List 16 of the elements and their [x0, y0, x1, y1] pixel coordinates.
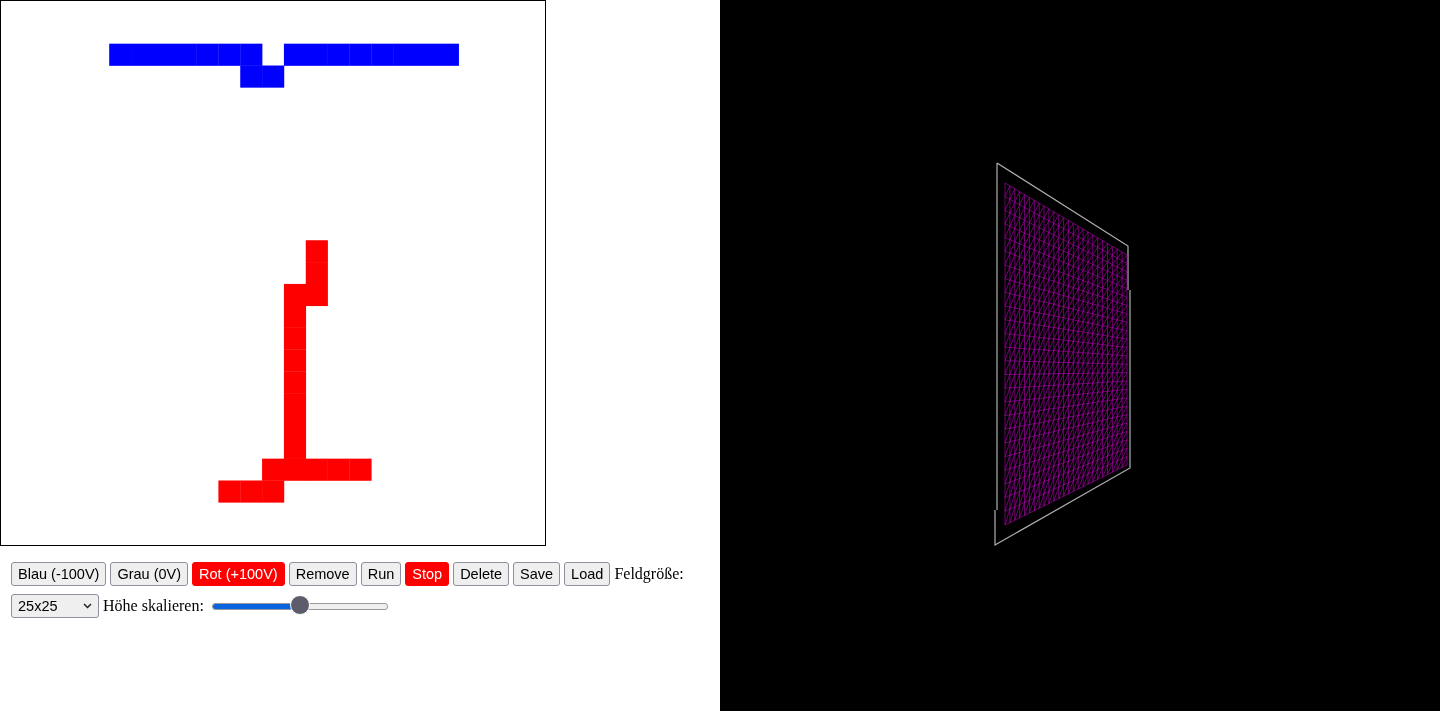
field-size-dropdown[interactable]: 25x25	[11, 594, 99, 618]
toolbar-button[interactable]: Save	[513, 562, 561, 586]
field-size-label: Feldgröße:	[614, 565, 684, 583]
toolbar-button[interactable]: Grau (0V)	[110, 562, 189, 586]
height-scale-slider[interactable]	[211, 594, 388, 616]
toolbar-button[interactable]: Rot (+100V)	[192, 562, 285, 586]
toolbar-button[interactable]: Stop	[405, 562, 450, 586]
toolbar-button[interactable]: Remove	[288, 562, 357, 586]
chevron-down-icon	[83, 603, 92, 609]
toolbar-button[interactable]: Blau (-100V)	[11, 562, 107, 586]
electrode-grid-drawing[interactable]	[0, 0, 546, 546]
toolbar-button[interactable]: Run	[360, 562, 402, 586]
slider-thumb[interactable]	[289, 595, 310, 615]
height-scale-label: Höhe skalieren:	[103, 597, 204, 615]
toolbar-button[interactable]: Delete	[453, 562, 510, 586]
toolbar-button[interactable]: Load	[564, 562, 611, 586]
